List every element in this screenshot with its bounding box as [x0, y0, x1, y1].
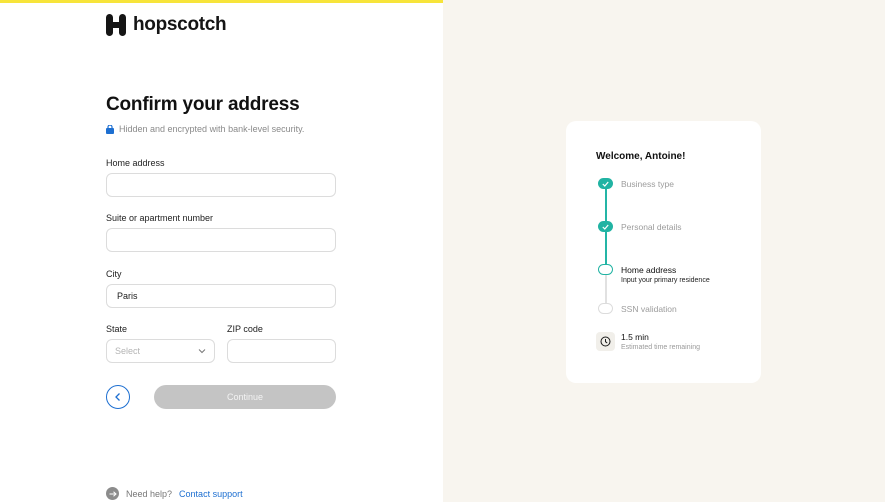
time-estimate-sub: Estimated time remaining: [621, 344, 700, 351]
continue-button[interactable]: Continue: [154, 385, 336, 409]
step-complete-icon: [598, 221, 613, 232]
step-business-type: Business type: [621, 179, 674, 189]
chevron-down-icon: [198, 349, 206, 354]
brand-logo: hopscotch: [106, 14, 227, 36]
clock-icon: [596, 332, 615, 351]
help-row: Need help? Contact support: [106, 487, 243, 500]
home-address-input[interactable]: [106, 173, 336, 197]
back-button[interactable]: [106, 385, 130, 409]
state-select-placeholder: Select: [115, 346, 141, 356]
brand-name: hopscotch: [133, 14, 227, 35]
state-select[interactable]: Select: [106, 339, 215, 363]
step-home-address-sub: Input your primary residence: [621, 277, 710, 284]
state-label: State: [106, 324, 128, 334]
contact-support-link[interactable]: Contact support: [179, 489, 243, 499]
step-complete-icon: [598, 178, 613, 189]
step-pending-icon: [598, 303, 613, 314]
help-prompt: Need help?: [126, 488, 173, 499]
arrow-right-icon: [106, 487, 119, 500]
suite-input[interactable]: [106, 228, 336, 252]
suite-label: Suite or apartment number: [106, 213, 214, 223]
zip-label: ZIP code: [227, 324, 263, 334]
lock-icon: [106, 124, 114, 134]
step-ssn-validation: SSN validation: [621, 304, 677, 314]
step-personal-details: Personal details: [621, 222, 682, 232]
city-input[interactable]: Paris: [106, 284, 336, 308]
chevron-left-icon: [115, 393, 120, 401]
progress-card: Welcome, Antoine! Business type Personal…: [566, 121, 761, 383]
hopscotch-logo-icon: [106, 14, 126, 36]
top-accent-bar: [0, 0, 443, 3]
zip-input[interactable]: [227, 339, 336, 363]
security-note: Hidden and encrypted with bank-level sec…: [106, 124, 304, 134]
form-panel: hopscotch Confirm your address Hidden an…: [0, 0, 443, 502]
home-address-label: Home address: [106, 158, 165, 168]
city-label: City: [106, 269, 122, 279]
step-current-icon: [598, 264, 613, 275]
time-estimate: 1.5 min: [621, 332, 649, 342]
step-home-address: Home address: [621, 265, 677, 275]
welcome-heading: Welcome, Antoine!: [596, 151, 686, 162]
progress-line-pending: [605, 275, 607, 306]
page-title: Confirm your address: [106, 94, 300, 115]
security-note-text: Hidden and encrypted with bank-level sec…: [119, 124, 305, 134]
